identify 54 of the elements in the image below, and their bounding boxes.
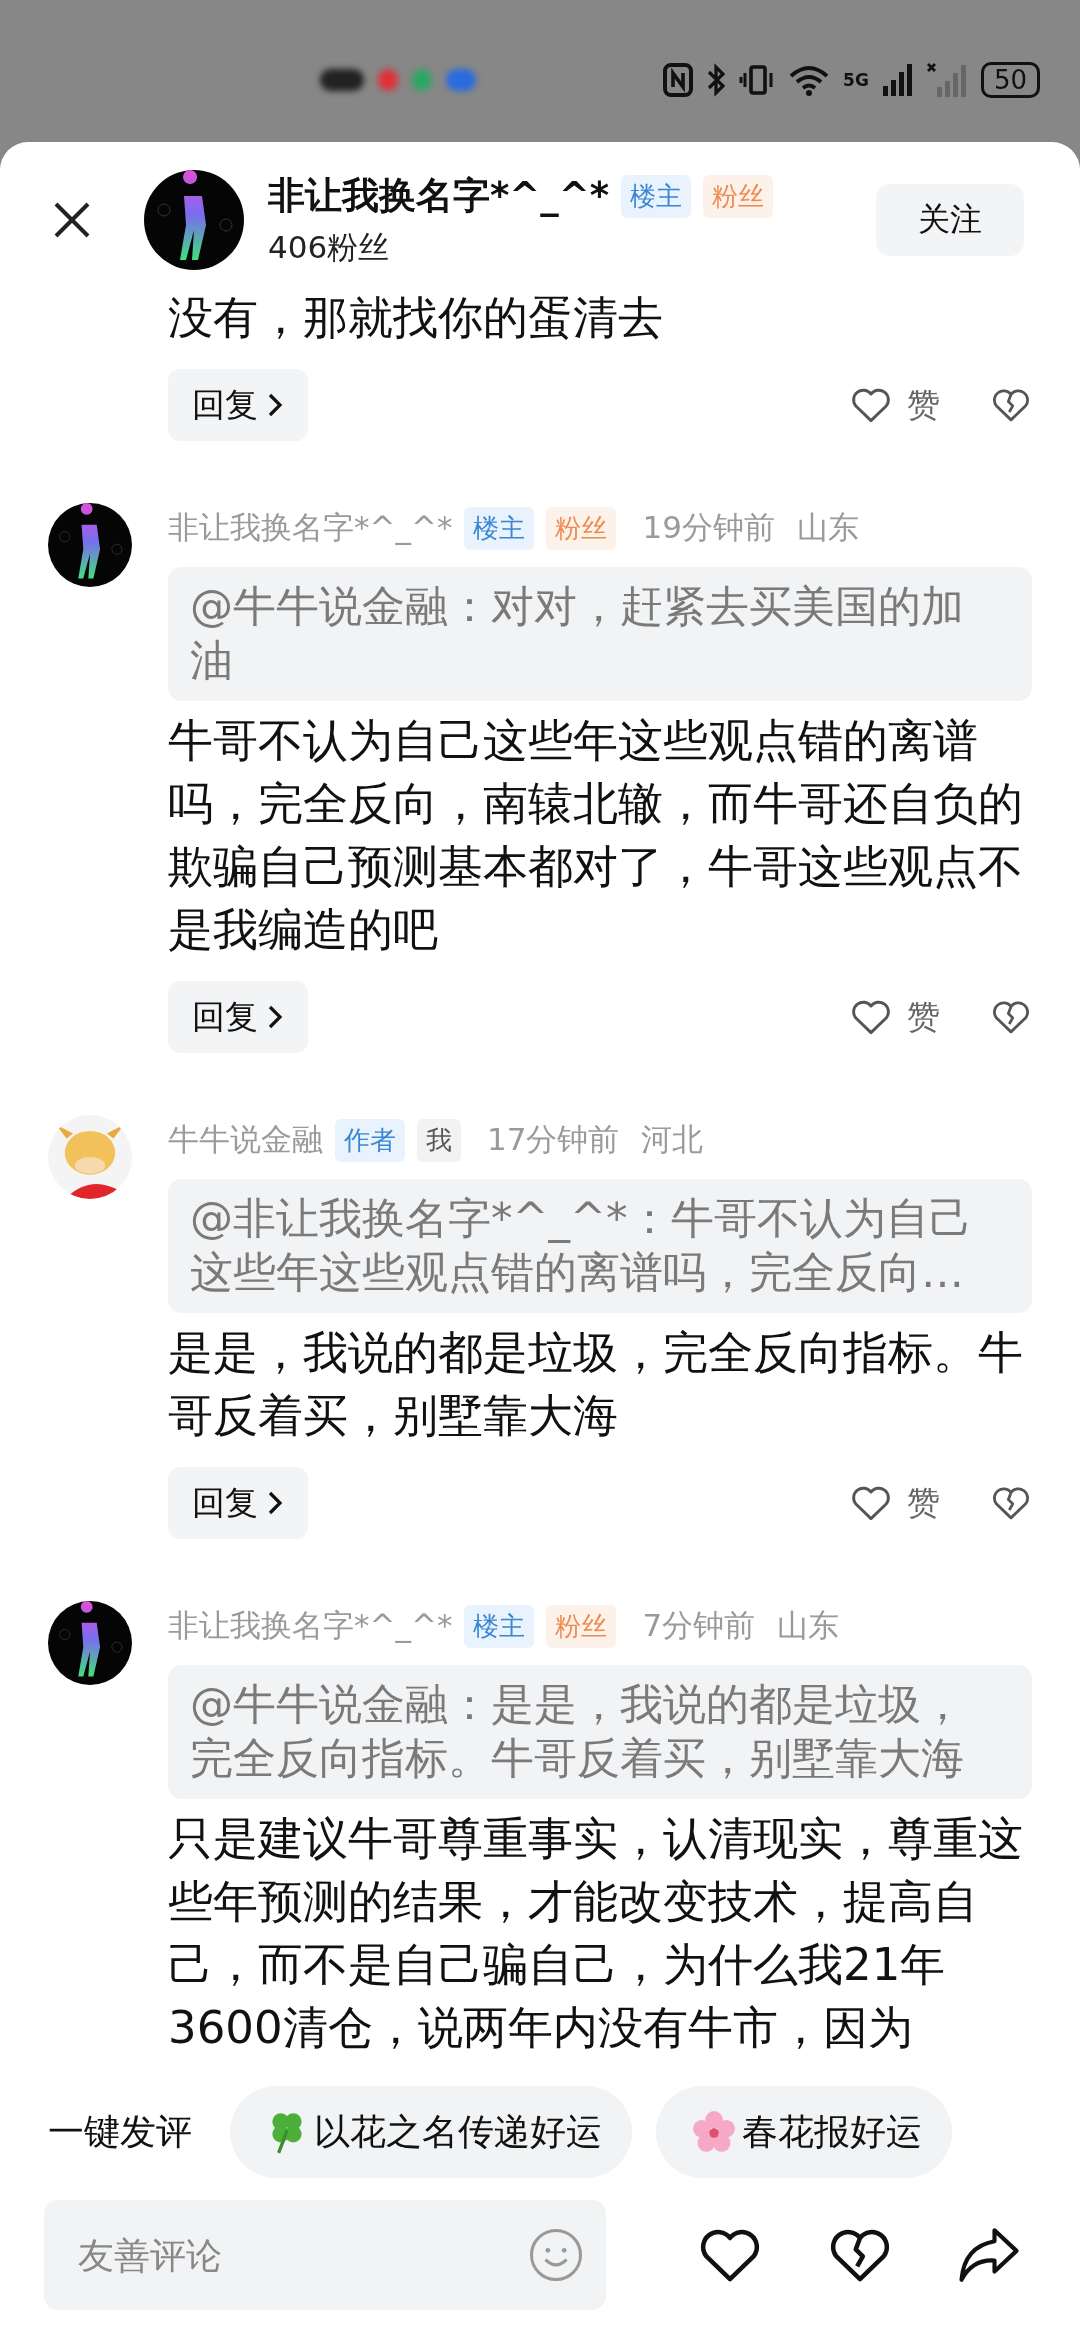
role-badge: 粉丝 [703, 174, 774, 218]
role-badge: 粉丝 [546, 506, 617, 550]
comment-location: 山东 [777, 1606, 840, 1645]
comment-text: 牛哥不认为自己这些年这些观点错的离谱吗，完全反向，南辕北辙，而牛哥还自负的欺骗自己预测基本都对了，牛哥这些观点不是我编造的吧 [168, 713, 1024, 958]
role-badge: 粉丝 [546, 1604, 617, 1648]
comment-time: 7分钟前 [642, 1606, 756, 1645]
reply-button[interactable]: 回复 [168, 369, 308, 441]
commenter-name: 非让我换名字*^_^* [168, 508, 453, 547]
bluetooth-icon [707, 63, 726, 97]
signal-icon [926, 63, 967, 97]
comment-location: 山东 [796, 508, 859, 547]
like-button[interactable]: 赞 [849, 382, 940, 428]
comment-text: 是是，我说的都是垃圾，完全反向指标。牛哥反着买，别墅靠大海 [168, 1325, 1024, 1444]
chevron-icon [266, 392, 284, 418]
comment-text: 只是建议牛哥尊重事实，认清现实，尊重这些年预测的结果，才能改变技术，提高自己，而不是自己骗自己，为什么我21年3600清仓，说两年内没有牛市，因为 [168, 1811, 1024, 2056]
quoted-comment: @牛牛说金融：是是，我说的都是垃圾，完全反向指标。牛哥反着买，别墅靠大海 [168, 1665, 1032, 1799]
emoji-icon[interactable] [528, 2227, 584, 2283]
like-button[interactable]: 赞 [849, 1480, 940, 1526]
battery-indicator: 50 [980, 62, 1040, 98]
follower-count: 406粉丝 [268, 228, 391, 267]
chevron-icon [266, 1490, 284, 1516]
comment-time: 17分钟前 [487, 1120, 620, 1159]
network-type: 5G [843, 71, 869, 89]
commenter-name: 牛牛说金融 [168, 1120, 323, 1159]
flower-icon [692, 2110, 736, 2154]
comment-input[interactable]: 友善评论 [44, 2200, 606, 2310]
role-badge: 楼主 [621, 174, 692, 218]
nfc-icon [663, 63, 694, 97]
comment-time: 19分钟前 [642, 508, 775, 547]
commenter-name: 非让我换名字*^_^* [168, 1606, 453, 1645]
reply-button[interactable]: 回复 [168, 1467, 308, 1539]
quick-comment-label: 一键发评 [48, 2109, 192, 2154]
chevron-icon [266, 1004, 284, 1030]
comment-location: 河北 [641, 1120, 704, 1159]
quick-comment-chip[interactable]: 春花报好运 [656, 2086, 952, 2178]
notification-icon [378, 69, 398, 91]
role-badge: 作者 [335, 1118, 405, 1162]
role-badge: 楼主 [464, 1604, 535, 1648]
notification-icon [446, 69, 476, 91]
role-badge: 我 [417, 1118, 461, 1162]
user-name: 非让我换名字*^_^* [268, 173, 610, 219]
notification-icon [412, 69, 432, 91]
quoted-comment: @牛牛说金融：对对，赶紧去买美国的加油 [168, 567, 1032, 701]
like-button[interactable]: 赞 [849, 994, 940, 1040]
notification-icon [320, 69, 364, 91]
quick-comment-chip[interactable]: 以花之名传递好运 [230, 2086, 632, 2178]
signal-icon [882, 64, 913, 96]
follow-button[interactable]: 关注 [876, 184, 1024, 256]
role-badge: 楼主 [464, 506, 535, 550]
comment-text: 没有，那就找你的蛋清去 [168, 290, 664, 346]
reply-button[interactable]: 回复 [168, 981, 308, 1053]
wifi-icon [789, 64, 830, 96]
quoted-comment: @非让我换名字*^_^*：牛哥不认为自己这些年这些观点错的离谱吗，完全反向… [168, 1179, 1032, 1313]
vibrate-icon [739, 63, 776, 97]
